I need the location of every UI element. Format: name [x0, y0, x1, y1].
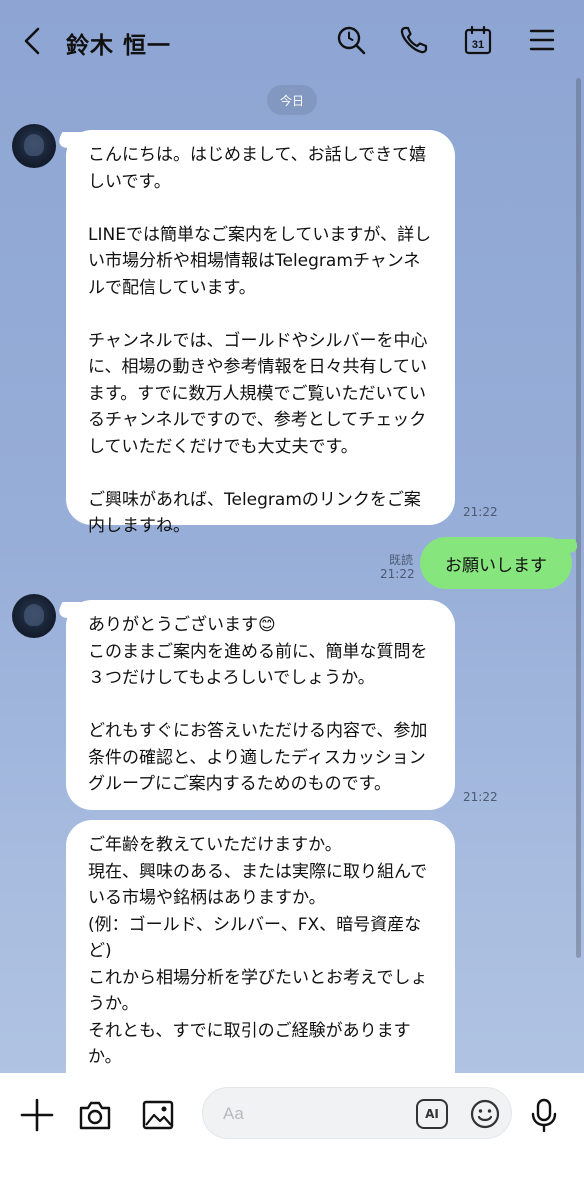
contact-name[interactable]: 鈴木 恒一	[66, 26, 171, 60]
message-time: 21:22	[463, 505, 498, 519]
scrollbar[interactable]	[576, 78, 581, 958]
calendar-day: 31	[472, 39, 484, 51]
input-bar: AI	[0, 1073, 584, 1200]
image-icon[interactable]	[138, 1095, 178, 1135]
search-icon[interactable]	[333, 22, 369, 58]
emoji-icon[interactable]	[469, 1098, 501, 1130]
date-separator: 今日	[267, 85, 317, 115]
sent-message-text: お願いします	[445, 555, 547, 576]
calendar-icon[interactable]: 31	[460, 22, 496, 58]
menu-icon[interactable]	[524, 22, 560, 58]
plus-icon[interactable]	[17, 1095, 57, 1135]
received-message[interactable]: こんにちは。はじめまして、お話しできて嬉しいです。 LINEでは簡単なご案内をし…	[66, 130, 455, 536]
message-input-field[interactable]: AI	[202, 1087, 512, 1139]
message-input[interactable]	[223, 1100, 403, 1128]
message-time: 21:22	[380, 567, 415, 581]
phone-icon[interactable]	[396, 22, 432, 58]
ai-label: AI	[425, 1107, 439, 1121]
read-receipt: 既読	[389, 553, 414, 567]
back-icon[interactable]	[18, 26, 48, 56]
sent-message[interactable]: お願いします	[420, 537, 572, 589]
camera-icon[interactable]	[75, 1095, 115, 1135]
received-message[interactable]: ありがとうございます😊 このままご案内を進める前に、簡単な質問を３つだけしてもよ…	[66, 600, 455, 810]
ai-icon[interactable]: AI	[416, 1099, 448, 1129]
message-time: 21:22	[463, 790, 498, 804]
contact-avatar[interactable]	[12, 594, 56, 638]
chat-header: 鈴木 恒一 31	[0, 0, 584, 82]
mic-icon[interactable]	[524, 1095, 564, 1135]
contact-avatar[interactable]	[12, 124, 56, 168]
